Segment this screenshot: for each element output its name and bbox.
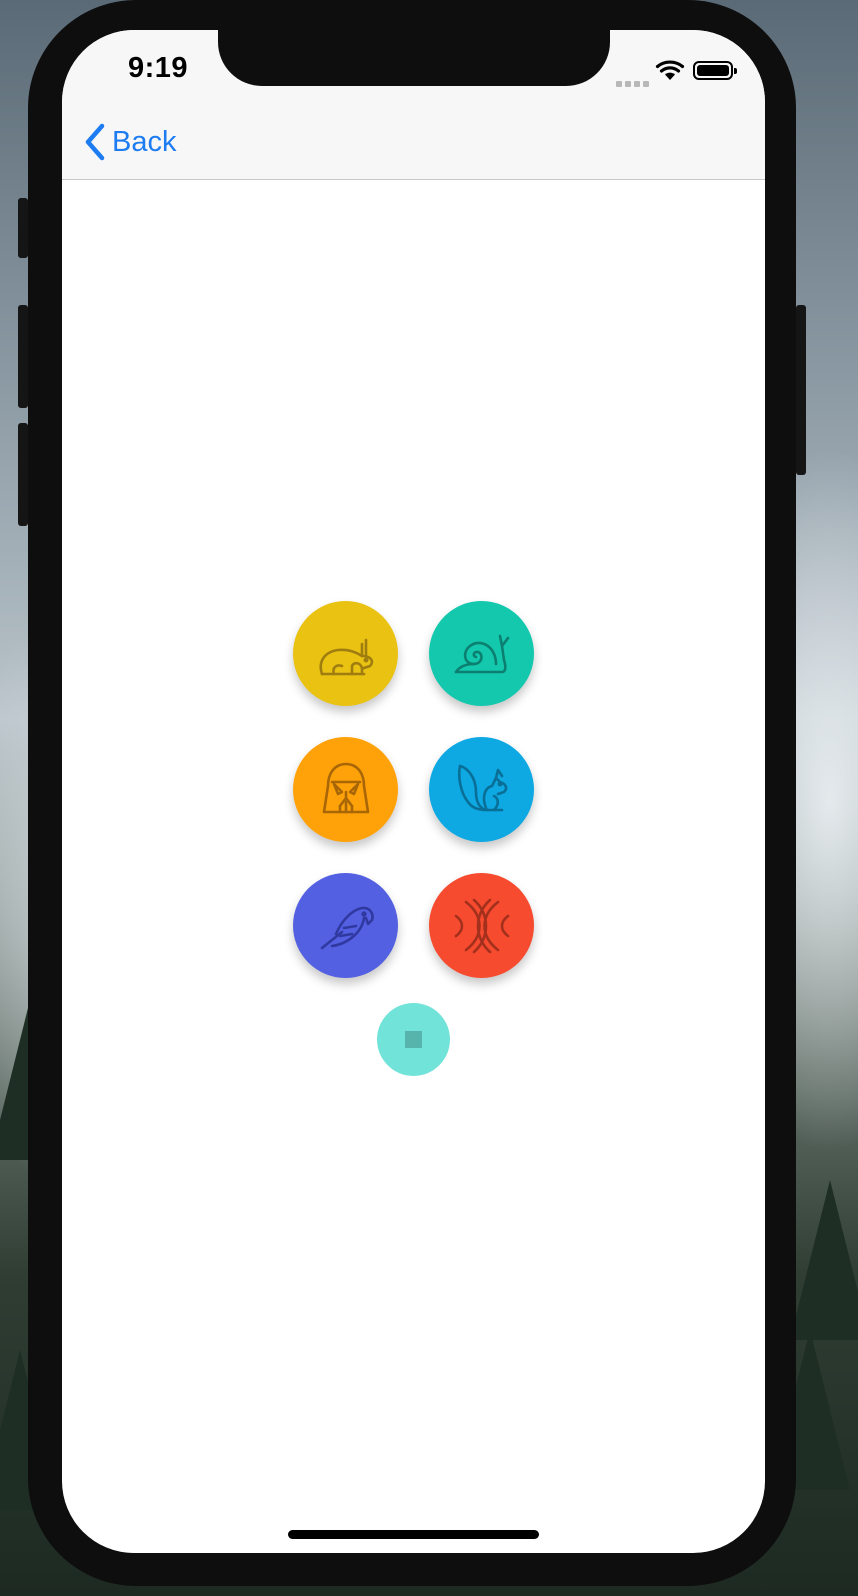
back-button[interactable]: Back — [82, 122, 176, 162]
rabbit-icon — [319, 638, 373, 675]
rabbit-button[interactable] — [293, 601, 398, 706]
squirrel-icon — [457, 764, 507, 811]
screen: Back — [62, 30, 765, 1553]
parrot-icon — [320, 906, 374, 949]
vader-helmet-icon — [322, 762, 369, 813]
squirrel-button[interactable] — [429, 737, 534, 842]
waves-button[interactable] — [429, 873, 534, 978]
notch — [218, 30, 610, 86]
parrot-button[interactable] — [293, 873, 398, 978]
snail-button[interactable] — [429, 601, 534, 706]
vader-helmet-button[interactable] — [293, 737, 398, 842]
home-indicator[interactable] — [288, 1530, 539, 1539]
waves-icon — [454, 898, 509, 953]
wifi-icon — [655, 60, 685, 80]
stop-button[interactable] — [377, 1003, 450, 1076]
chevron-left-icon — [85, 123, 105, 161]
stop-icon — [405, 1031, 422, 1048]
battery-icon — [693, 61, 737, 80]
cellular-signal-icon — [616, 74, 652, 92]
status-time: 9:19 — [127, 52, 189, 84]
back-label: Back — [112, 125, 177, 158]
snail-icon — [454, 634, 509, 673]
